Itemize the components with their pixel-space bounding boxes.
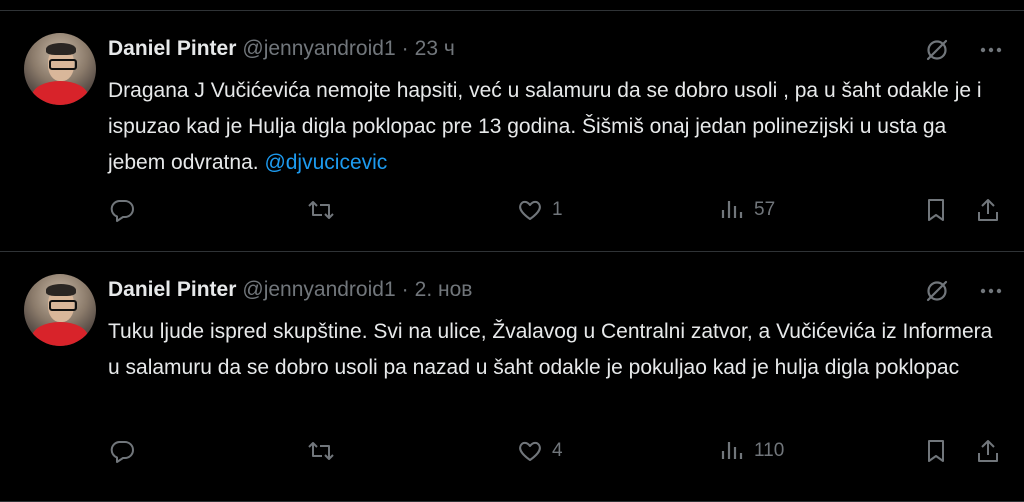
views-button[interactable]: 110: [718, 437, 784, 465]
views-button[interactable]: 57: [718, 196, 775, 224]
avatar-shirt: [32, 322, 88, 346]
avatar-glasses: [49, 59, 77, 70]
tweet-actions: 1 57: [108, 196, 1004, 226]
reply-button[interactable]: [108, 437, 144, 465]
tweet-header-actions: [924, 278, 1004, 304]
like-button[interactable]: 4: [516, 437, 563, 465]
grok-icon[interactable]: [924, 278, 950, 304]
avatar[interactable]: [24, 274, 96, 346]
views-count: 57: [754, 199, 776, 220]
timestamp[interactable]: 23 ч: [415, 37, 455, 60]
like-count: 1: [552, 199, 563, 220]
reply-icon: [108, 196, 136, 224]
heart-icon: [516, 437, 544, 465]
bookmark-button[interactable]: [922, 437, 950, 465]
reply-icon: [108, 437, 136, 465]
avatar-shirt: [32, 81, 88, 105]
bookmark-button[interactable]: [922, 196, 950, 224]
tweet-header-actions: [924, 37, 1004, 63]
retweet-icon: [306, 196, 336, 224]
tweet[interactable]: Daniel Pinter @jennyandroid1 · 23 ч Dragana…: [0, 11, 1024, 251]
share-button[interactable]: [974, 437, 1002, 465]
avatar-glasses: [49, 300, 77, 311]
views-icon: [718, 196, 746, 224]
reply-button[interactable]: [108, 196, 144, 224]
tweet-actions: 4 110: [108, 437, 1004, 467]
avatar-hair: [46, 43, 76, 55]
tweet-header: Daniel Pinter @jennyandroid1 · 2. нов: [108, 278, 472, 302]
retweet-icon: [306, 437, 336, 465]
separator: ·: [401, 37, 409, 60]
mention-link[interactable]: @djvucicevic: [264, 151, 387, 174]
timeline: Daniel Pinter @jennyandroid1 · 23 ч Dragana…: [0, 0, 1024, 502]
timestamp[interactable]: 2. нов: [415, 278, 473, 301]
user-handle[interactable]: @jennyandroid1: [242, 278, 395, 301]
like-button[interactable]: 1: [516, 196, 563, 224]
views-count: 110: [754, 440, 785, 461]
heart-icon: [516, 196, 544, 224]
retweet-button[interactable]: [306, 437, 344, 465]
tweet-text: Tuku ljude ispred skupštine. Svi na ulic…: [108, 314, 1008, 386]
share-icon: [974, 196, 1002, 224]
user-handle[interactable]: @jennyandroid1: [242, 37, 395, 60]
tweet-text: Dragana J Vučićevića nemojte hapsiti, ve…: [108, 73, 1008, 181]
share-icon: [974, 437, 1002, 465]
retweet-button[interactable]: [306, 196, 344, 224]
share-button[interactable]: [974, 196, 1002, 224]
tweet-header: Daniel Pinter @jennyandroid1 · 23 ч: [108, 37, 455, 61]
more-icon[interactable]: [978, 278, 1004, 304]
grok-icon[interactable]: [924, 37, 950, 63]
display-name[interactable]: Daniel Pinter: [108, 37, 236, 60]
views-icon: [718, 437, 746, 465]
display-name[interactable]: Daniel Pinter: [108, 278, 236, 301]
tweet[interactable]: Daniel Pinter @jennyandroid1 · 2. нов Tuku …: [0, 251, 1024, 502]
bookmark-icon: [922, 196, 950, 224]
like-count: 4: [552, 440, 563, 461]
bookmark-icon: [922, 437, 950, 465]
tweet-text-content: Tuku ljude ispred skupštine. Svi na ulic…: [108, 320, 993, 379]
tweet-text-content: Dragana J Vučićevića nemojte hapsiti, ve…: [108, 79, 982, 174]
avatar[interactable]: [24, 33, 96, 105]
separator: ·: [401, 278, 409, 301]
avatar-hair: [46, 284, 76, 296]
more-icon[interactable]: [978, 37, 1004, 63]
